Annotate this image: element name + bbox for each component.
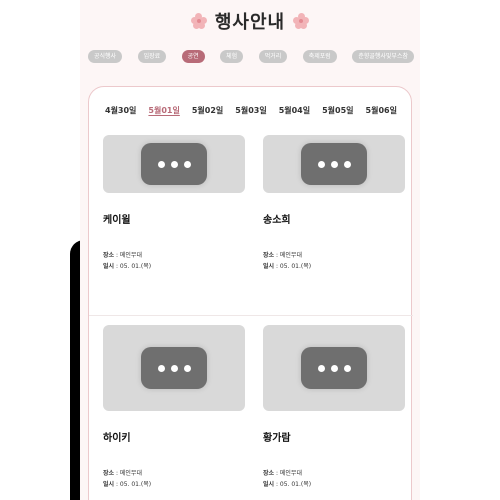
event-card[interactable]: 케이윌 장소 : 메인무대 일시 : 05. 01.(목) bbox=[103, 135, 245, 272]
page-header: 행사안내 bbox=[80, 0, 420, 42]
page: 행사안내 공식행사 입장료 공연 체험 먹거리 축제포럼 춘향골행사및부스참 4… bbox=[0, 0, 500, 500]
event-meta: 장소 : 메인무대 일시 : 05. 01.(목) bbox=[103, 252, 152, 270]
place-label: 장소 bbox=[103, 252, 115, 259]
category-tab-forum[interactable]: 축제포럼 bbox=[302, 50, 337, 63]
date-label: 일시 bbox=[103, 481, 115, 488]
event-name: 황가람 bbox=[263, 433, 291, 444]
category-tab-booths[interactable]: 춘향골행사및부스참 bbox=[352, 50, 414, 63]
event-place: 메인무대 bbox=[119, 470, 142, 477]
date-tab-selected[interactable]: 5월01일 bbox=[148, 105, 179, 116]
events-panel: 4월30일 5월01일 5월02일 5월03일 5월04일 5월05일 5월06… bbox=[88, 86, 413, 500]
event-place: 메인무대 bbox=[279, 252, 302, 259]
left-margin bbox=[0, 0, 80, 500]
category-tab-admission[interactable]: 입장료 bbox=[137, 50, 167, 63]
chat-bubble-icon bbox=[141, 143, 207, 185]
place-label: 장소 bbox=[103, 470, 115, 477]
category-tab-food[interactable]: 먹거리 bbox=[258, 50, 288, 63]
category-tab-official[interactable]: 공식행사 bbox=[88, 50, 123, 63]
event-thumbnail[interactable] bbox=[103, 135, 245, 193]
event-date: 05. 01.(목) bbox=[119, 263, 152, 270]
event-name: 케이윌 bbox=[103, 215, 131, 226]
category-tab-performance[interactable]: 공연 bbox=[181, 50, 205, 63]
date-tab[interactable]: 5월06일 bbox=[366, 105, 397, 116]
place-label: 장소 bbox=[263, 470, 275, 477]
date-label: 일시 bbox=[263, 481, 275, 488]
date-tab[interactable]: 5월02일 bbox=[192, 105, 223, 116]
event-meta: 장소 : 메인무대 일시 : 05. 01.(목) bbox=[103, 470, 152, 488]
event-date: 05. 01.(목) bbox=[279, 263, 312, 270]
flower-icon bbox=[190, 13, 207, 29]
event-card[interactable]: 황가람 장소 : 메인무대 일시 : 05. 01.(목) bbox=[263, 325, 405, 490]
date-tab[interactable]: 5월03일 bbox=[235, 105, 266, 116]
place-label: 장소 bbox=[263, 252, 275, 259]
chat-bubble-icon bbox=[141, 347, 207, 389]
date-tab[interactable]: 5월04일 bbox=[279, 105, 310, 116]
date-tab[interactable]: 5월05일 bbox=[322, 105, 353, 116]
event-date: 05. 01.(목) bbox=[279, 481, 312, 488]
event-place: 메인무대 bbox=[279, 470, 302, 477]
event-thumbnail[interactable] bbox=[263, 135, 405, 193]
row-divider bbox=[89, 315, 413, 316]
chat-bubble-icon bbox=[301, 143, 367, 185]
date-tabs: 4월30일 5월01일 5월02일 5월03일 5월04일 5월05일 5월06… bbox=[89, 105, 413, 116]
event-date: 05. 01.(목) bbox=[119, 481, 152, 488]
chat-bubble-icon bbox=[301, 347, 367, 389]
event-name: 송소희 bbox=[263, 215, 291, 226]
event-name: 하이키 bbox=[103, 433, 131, 444]
event-thumbnail[interactable] bbox=[263, 325, 405, 411]
page-title: 행사안내 bbox=[214, 12, 286, 33]
date-label: 일시 bbox=[263, 263, 275, 270]
event-meta: 장소 : 메인무대 일시 : 05. 01.(목) bbox=[263, 470, 312, 488]
flower-icon bbox=[293, 13, 310, 29]
event-place: 메인무대 bbox=[119, 252, 142, 259]
main-content: 행사안내 공식행사 입장료 공연 체험 먹거리 축제포럼 춘향골행사및부스참 4… bbox=[80, 0, 420, 500]
date-tab[interactable]: 4월30일 bbox=[105, 105, 136, 116]
event-meta: 장소 : 메인무대 일시 : 05. 01.(목) bbox=[263, 252, 312, 270]
event-card[interactable]: 하이키 장소 : 메인무대 일시 : 05. 01.(목) bbox=[103, 325, 245, 490]
date-label: 일시 bbox=[103, 263, 115, 270]
category-tab-experience[interactable]: 체험 bbox=[220, 50, 244, 63]
category-tabs: 공식행사 입장료 공연 체험 먹거리 축제포럼 춘향골행사및부스참 bbox=[88, 50, 414, 63]
event-thumbnail[interactable] bbox=[103, 325, 245, 411]
event-card[interactable]: 송소희 장소 : 메인무대 일시 : 05. 01.(목) bbox=[263, 135, 405, 272]
